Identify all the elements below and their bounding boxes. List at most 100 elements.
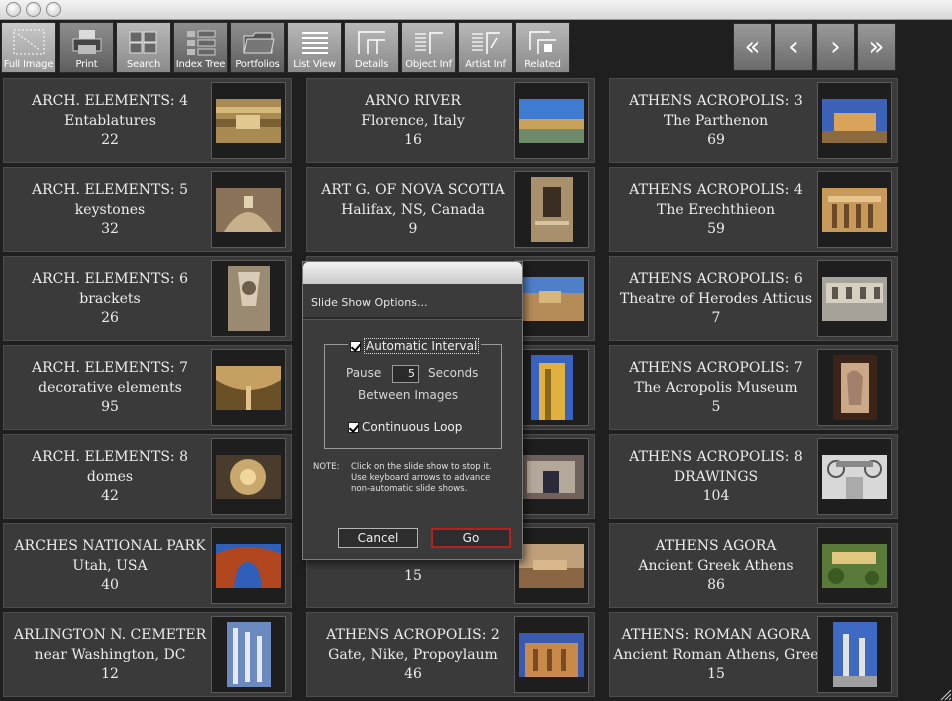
portfolios-label: Portfolios (235, 59, 280, 70)
entablature-thumbnail (216, 98, 281, 143)
tile-athens-acropolis-3[interactable]: ATHENS ACROPOLIS: 3 The Parthenon 69 (609, 78, 898, 163)
thumbnail[interactable] (514, 171, 589, 248)
thumbnail[interactable] (817, 349, 892, 426)
thumbnail[interactable] (514, 82, 589, 159)
close-window-icon[interactable] (6, 2, 21, 17)
thumbnail[interactable] (514, 527, 589, 604)
thumbnail[interactable] (211, 260, 286, 337)
tile-arch-elements-6[interactable]: ARCH. ELEMENTS: 6 brackets 26 (3, 256, 292, 341)
tile-subtitle: domes (86, 468, 134, 485)
thumbnail[interactable] (514, 616, 589, 693)
tile-title: ATHENS ACROPOLIS: 7 (629, 360, 803, 377)
tile-athens-acropolis-6[interactable]: ATHENS ACROPOLIS: 6 Theatre of Herodes At… (609, 256, 898, 341)
go-button[interactable]: Go (431, 528, 511, 548)
tile-title: ARCH. ELEMENTS: 4 (31, 93, 189, 110)
thumbnail[interactable] (211, 616, 286, 693)
continuous-loop-option[interactable]: Continuous Loop (348, 420, 462, 434)
tile-count: 104 (702, 488, 730, 505)
tile-athens-agora[interactable]: ATHENS AGORA Ancient Greek Athens 86 (609, 523, 898, 608)
full-image-icon (13, 29, 44, 55)
pause-label: Pause (346, 366, 382, 380)
thumbnail[interactable] (211, 349, 286, 426)
cancel-button[interactable]: Cancel (338, 528, 418, 548)
thumbnail[interactable] (514, 438, 589, 515)
thumbnail[interactable] (211, 438, 286, 515)
tile-athens-acropolis-8[interactable]: ATHENS ACROPOLIS: 8 DRAWINGS 104 (609, 434, 898, 519)
scrollbar[interactable] (906, 76, 952, 701)
tile-arch-elements-8[interactable]: ARCH. ELEMENTS: 8 domes 42 (3, 434, 292, 519)
tile-count: 22 (101, 132, 119, 149)
thumbnail[interactable] (817, 616, 892, 693)
zoom-window-icon[interactable] (46, 2, 61, 17)
resize-grip-icon[interactable] (938, 687, 952, 701)
note-line-2: Use keyboard arrows to advance (351, 473, 491, 483)
previous-page-button[interactable]: ‹ (774, 23, 813, 71)
portfolios-button[interactable]: Portfolios (230, 22, 285, 73)
index-tree-button[interactable]: Index Tree (173, 22, 228, 73)
full-image-button[interactable]: Full Image (1, 22, 56, 73)
last-page-button[interactable]: » (857, 23, 896, 71)
thumbnail[interactable] (817, 260, 892, 337)
minimize-window-icon[interactable] (26, 2, 41, 17)
tile-title: ATHENS ACROPOLIS: 3 (629, 93, 803, 110)
print-button[interactable]: Print (59, 22, 114, 73)
tile-arlington-cemetery[interactable]: ARLINGTON N. CEMETER near Washington, DC 1… (3, 612, 292, 697)
tile-count: 15 (404, 567, 422, 584)
details-button[interactable]: Details (344, 22, 399, 73)
tile-athens-acropolis-2[interactable]: ATHENS ACROPOLIS: 2 Gate, Nike, Propoylau… (306, 612, 595, 697)
automatic-interval-option[interactable]: Automatic Interval (348, 338, 482, 354)
continuous-loop-checkbox[interactable] (348, 421, 359, 433)
tile-count: 26 (101, 310, 119, 327)
tile-subtitle: DRAWINGS (673, 468, 759, 485)
pause-seconds-input[interactable]: 5 (392, 365, 419, 383)
parthenon-thumbnail (822, 98, 887, 143)
tile-athens-acropolis-7[interactable]: ATHENS ACROPOLIS: 7 The Acropolis Museum 5 (609, 345, 898, 430)
object-info-button[interactable]: Object Inf (401, 22, 456, 73)
thumbnail[interactable] (211, 171, 286, 248)
tile-art-gallery-nova-scotia[interactable]: ART G. OF NOVA SCOTIA Halifax, NS, Canada… (306, 167, 595, 252)
town-thumbnail (519, 276, 584, 321)
object-info-icon (414, 32, 443, 54)
list-view-label: List View (293, 59, 336, 70)
arches-national-park-thumbnail (216, 543, 281, 588)
thumbnail[interactable] (514, 260, 589, 337)
thumbnail[interactable] (514, 349, 589, 426)
search-button[interactable]: Search (116, 22, 171, 73)
acropolis-museum-thumbnail (832, 355, 877, 420)
tile-subtitle: near Washington, DC (34, 646, 186, 663)
thumbnail[interactable] (817, 527, 892, 604)
search-label: Search (126, 59, 161, 70)
tile-athens-acropolis-4[interactable]: ATHENS ACROPOLIS: 4 The Erechthieon 59 (609, 167, 898, 252)
thumbnail[interactable] (211, 82, 286, 159)
artist-info-button[interactable]: Artist Inf (458, 22, 513, 73)
thumbnail[interactable] (817, 171, 892, 248)
tile-count: 69 (707, 132, 725, 149)
tile-arch-elements-7[interactable]: ARCH. ELEMENTS: 7 decorative elements 95 (3, 345, 292, 430)
ionic-capital-drawing-thumbnail (822, 454, 887, 499)
tile-arches-national-park[interactable]: ARCHES NATIONAL PARK Utah, USA 40 (3, 523, 292, 608)
tile-athens-roman-agora[interactable]: ATHENS: ROMAN AGORA Ancient Roman Athens,… (609, 612, 898, 697)
tile-subtitle: Gate, Nike, Propoylaum (328, 646, 498, 663)
details-label: Details (354, 59, 389, 70)
next-page-button[interactable]: › (816, 23, 855, 71)
tile-arch-elements-5[interactable]: ARCH. ELEMENTS: 5 keystones 32 (3, 167, 292, 252)
first-page-button[interactable]: « (733, 23, 772, 71)
search-icon (129, 31, 156, 54)
thumbnail[interactable] (817, 438, 892, 515)
thumbnail[interactable] (817, 82, 892, 159)
brackets-thumbnail (227, 266, 270, 331)
tile-count: 15 (707, 666, 725, 683)
tile-title: ATHENS AGORA (655, 538, 777, 555)
related-button[interactable]: Related (515, 22, 570, 73)
dialog-titlebar[interactable] (303, 262, 522, 284)
tile-subtitle: brackets (79, 290, 141, 307)
tile-arno-river[interactable]: ARNO RIVER Florence, Italy 16 (306, 78, 595, 163)
tile-title: ATHENS: ROMAN AGORA (621, 627, 811, 644)
list-view-button[interactable]: List View (287, 22, 342, 73)
tile-arch-elements-4[interactable]: ARCH. ELEMENTS: 4 Entablatures 22 (3, 78, 292, 163)
tile-count: 95 (101, 399, 119, 416)
thumbnail[interactable] (211, 527, 286, 604)
tile-title: ATHENS ACROPOLIS: 8 (629, 449, 803, 466)
automatic-interval-checkbox[interactable] (350, 340, 361, 352)
related-icon (528, 31, 556, 54)
